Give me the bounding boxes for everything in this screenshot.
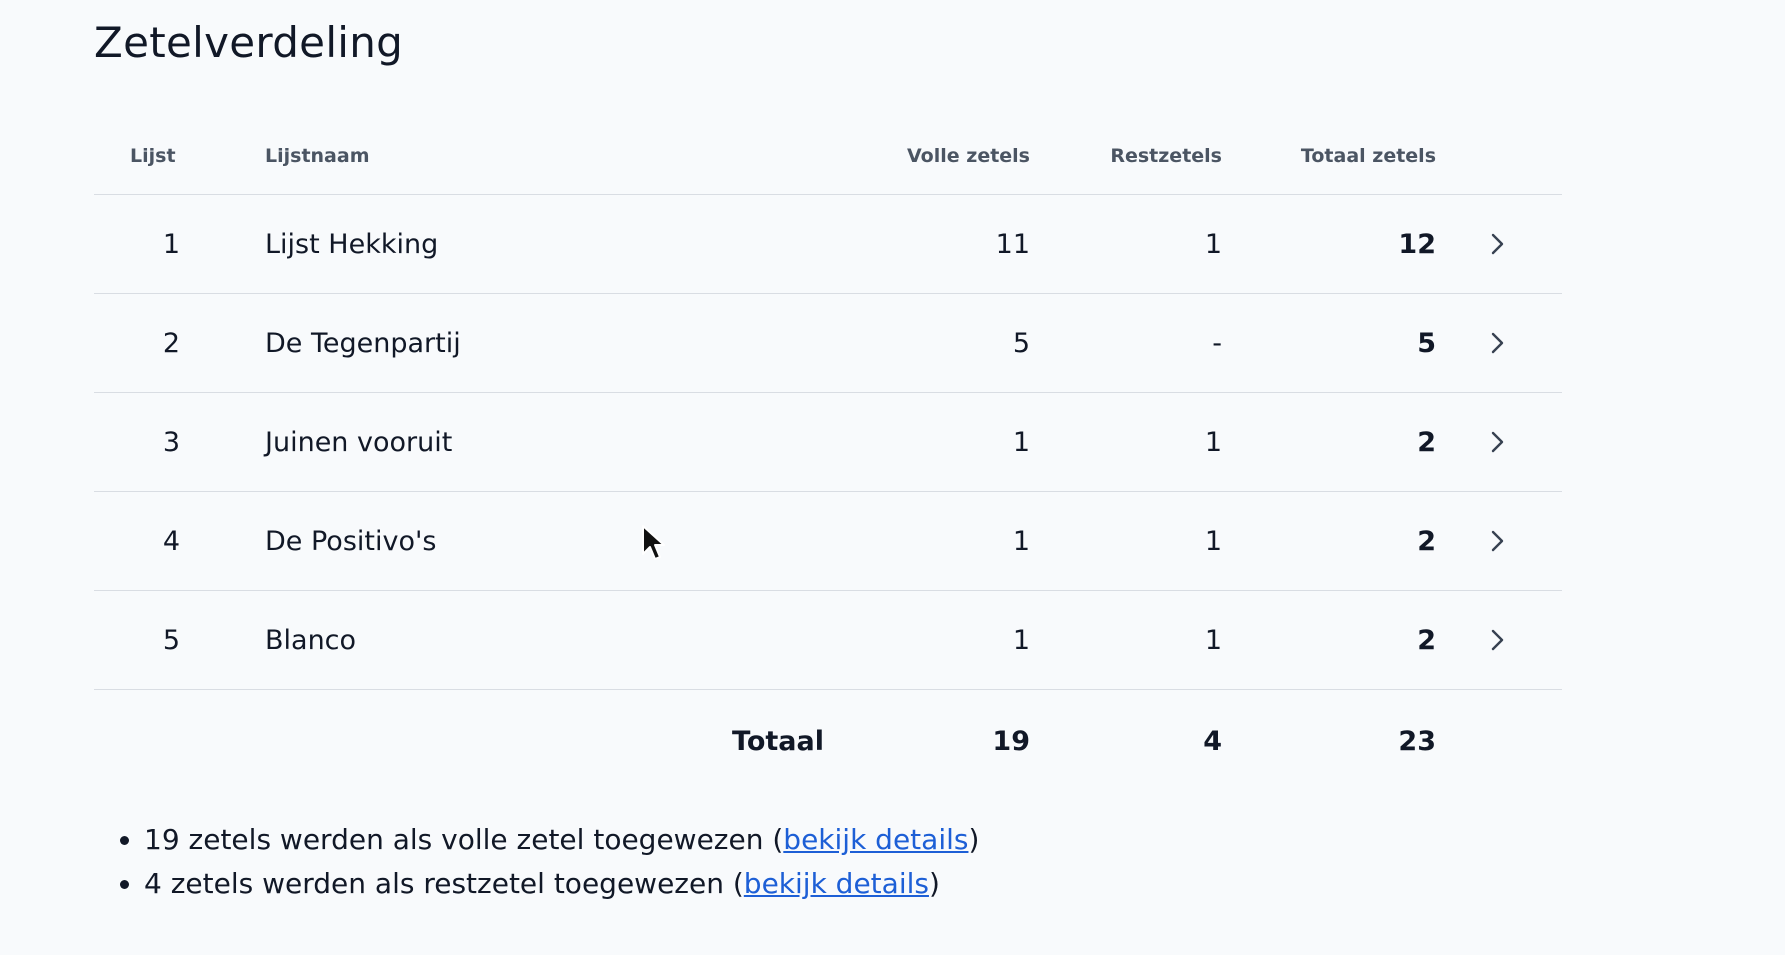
note-text-end: ) — [968, 823, 980, 856]
totals-total-seats: 23 — [1398, 726, 1436, 757]
totals-label: Totaal — [732, 726, 824, 757]
rest-seats: 1 — [1204, 427, 1222, 458]
note-text-end: ) — [928, 867, 940, 900]
rest-seats: 1 — [1204, 229, 1222, 260]
header-list-name: Lijstnaam — [265, 145, 370, 167]
page: Zetelverdeling Lijst Lijstnaam Volle zet… — [0, 0, 1785, 955]
table-row[interactable]: 2 De Tegenpartij 5 - 5 — [94, 294, 1562, 393]
header-list: Lijst — [130, 145, 176, 167]
totals-rest-seats: 4 — [1203, 726, 1222, 757]
table-header: Lijst Lijstnaam Volle zetels Restzetels … — [94, 115, 1562, 195]
totals-full-seats: 19 — [992, 726, 1030, 757]
list-number: 2 — [162, 328, 180, 359]
table-row[interactable]: 1 Lijst Hekking 11 1 12 — [94, 195, 1562, 294]
chevron-right-icon[interactable] — [1484, 229, 1512, 259]
list-number: 5 — [162, 625, 180, 656]
mouse-cursor-icon — [642, 525, 665, 560]
list-name: De Positivo's — [265, 526, 437, 557]
full-seats: 1 — [1012, 526, 1030, 557]
list-name: Blanco — [265, 625, 357, 656]
totals-row: Totaal 19 4 23 — [94, 690, 1562, 790]
full-seats: 11 — [995, 229, 1030, 260]
header-full-seats: Volle zetels — [907, 145, 1030, 167]
page-title: Zetelverdeling — [94, 18, 404, 67]
note-text: 4 zetels werden als restzetel toegewezen… — [144, 867, 744, 900]
full-seats: 1 — [1012, 625, 1030, 656]
chevron-right-icon[interactable] — [1484, 526, 1512, 556]
table-row[interactable]: 5 Blanco 1 1 2 — [94, 591, 1562, 690]
header-rest-seats: Restzetels — [1110, 145, 1222, 167]
full-seats: 1 — [1012, 427, 1030, 458]
total-seats: 5 — [1417, 328, 1436, 359]
note-text: 19 zetels werden als volle zetel toegewe… — [144, 823, 784, 856]
list-item: 19 zetels werden als volle zetel toegewe… — [144, 818, 979, 862]
list-item: 4 zetels werden als restzetel toegewezen… — [144, 862, 979, 906]
list-name: Juinen vooruit — [265, 427, 453, 458]
list-number: 4 — [162, 526, 180, 557]
list-number: 1 — [162, 229, 180, 260]
full-seats: 5 — [1012, 328, 1030, 359]
details-link-full-seats[interactable]: bekijk details — [783, 823, 968, 856]
details-link-rest-seats[interactable]: bekijk details — [744, 867, 929, 900]
table-row[interactable]: 3 Juinen vooruit 1 1 2 — [94, 393, 1562, 492]
total-seats: 12 — [1398, 229, 1436, 260]
rest-seats: - — [1212, 328, 1222, 359]
list-number: 3 — [162, 427, 180, 458]
table-row[interactable]: 4 De Positivo's 1 1 2 — [94, 492, 1562, 591]
seat-notes-list: 19 zetels werden als volle zetel toegewe… — [118, 818, 979, 906]
total-seats: 2 — [1417, 526, 1436, 557]
chevron-right-icon[interactable] — [1484, 328, 1512, 358]
list-name: De Tegenpartij — [265, 328, 461, 359]
chevron-right-icon[interactable] — [1484, 427, 1512, 457]
chevron-right-icon[interactable] — [1484, 625, 1512, 655]
total-seats: 2 — [1417, 625, 1436, 656]
seat-distribution-table: Lijst Lijstnaam Volle zetels Restzetels … — [94, 115, 1562, 790]
total-seats: 2 — [1417, 427, 1436, 458]
rest-seats: 1 — [1204, 526, 1222, 557]
rest-seats: 1 — [1204, 625, 1222, 656]
list-name: Lijst Hekking — [265, 229, 439, 260]
header-total-seats: Totaal zetels — [1300, 145, 1436, 167]
